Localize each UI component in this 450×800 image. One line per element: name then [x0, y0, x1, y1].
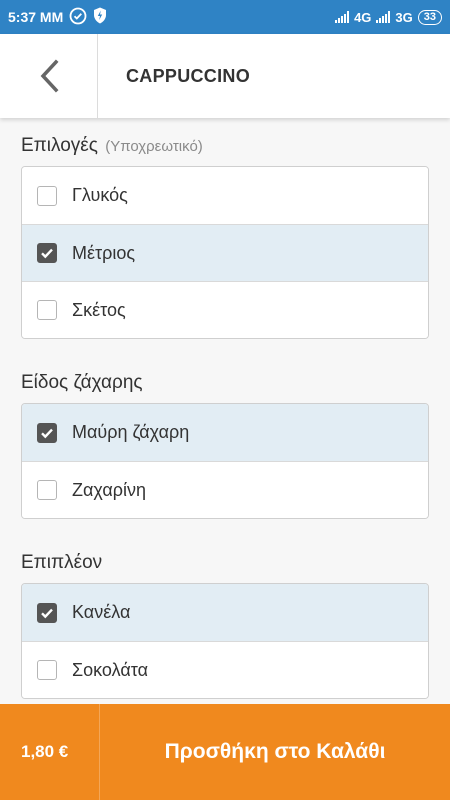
option-group: Μαύρη ζάχαρη Ζαχαρίνη [21, 403, 429, 519]
check-icon [41, 248, 53, 259]
network-4g: 4G [354, 9, 372, 25]
network-3g: 3G [395, 9, 413, 25]
check-icon [41, 608, 53, 618]
app-bar: CAPPUCCINO [0, 34, 450, 118]
check-icon [41, 428, 53, 438]
back-button[interactable] [0, 34, 98, 118]
shield-bolt-icon [93, 7, 107, 27]
signal-icon [335, 11, 350, 23]
section-title-text: Επιλογές [21, 135, 98, 156]
option-item[interactable]: Κανέλα [22, 584, 428, 641]
option-item[interactable]: Σοκολάτα [22, 641, 428, 698]
section-title: Είδος ζάχαρης [21, 372, 143, 393]
option-label: Κανέλα [72, 602, 131, 622]
option-label: Σοκολάτα [72, 659, 148, 680]
status-bar: 5:37 MM 4G 3G 33 [0, 0, 450, 34]
page-title: CAPPUCCINO [126, 65, 251, 86]
check-circle-icon [69, 7, 87, 28]
checkbox[interactable] [37, 422, 57, 443]
option-item[interactable]: Μαύρη ζάχαρη [22, 404, 428, 461]
checkbox[interactable] [37, 300, 57, 320]
signal-icon-2 [376, 11, 391, 23]
options-list[interactable]: Επιλογές (Υποχρεωτικό) Γλυκός Μέτριος Σκ… [0, 118, 450, 704]
option-label: Γλυκός [72, 185, 128, 205]
option-label: Σκέτος [72, 299, 126, 320]
option-group: Κανέλα Σοκολάτα [21, 583, 429, 699]
option-label: Μαύρη ζάχαρη [72, 422, 190, 442]
add-to-cart-button[interactable]: Προσθήκη στο Καλάθι [100, 740, 450, 764]
bottom-bar: 1,80 € Προσθήκη στο Καλάθι [0, 704, 450, 800]
section-options: Επιλογές (Υποχρεωτικό) Γλυκός Μέτριος Σκ… [21, 126, 429, 339]
battery-icon: 33 [417, 9, 442, 25]
chevron-left-icon [40, 59, 58, 93]
option-label: Ζαχαρίνη [72, 479, 147, 500]
checkbox[interactable] [37, 185, 57, 206]
checkbox[interactable] [37, 243, 57, 263]
checkbox[interactable] [37, 602, 57, 623]
option-item[interactable]: Σκέτος [22, 281, 428, 338]
status-time: 5:37 MM [8, 9, 64, 25]
section-title: Επιπλέον [21, 552, 103, 573]
option-group: Γλυκός Μέτριος Σκέτος [21, 166, 429, 339]
checkbox[interactable] [37, 660, 57, 680]
section-subtitle: (Υποχρεωτικό) [105, 138, 203, 155]
option-item[interactable]: Ζαχαρίνη [22, 461, 428, 518]
option-item[interactable]: Γλυκός [22, 167, 428, 224]
option-item[interactable]: Μέτριος [22, 224, 428, 281]
price-label: 1,80 € [0, 704, 100, 800]
section-extras: Επιπλέον Κανέλα Σοκολάτα [21, 543, 429, 699]
checkbox[interactable] [37, 480, 57, 500]
section-title: Επιλογές (Υποχρεωτικό) [21, 126, 429, 166]
option-label: Μέτριος [72, 242, 136, 263]
section-sugar-type: Είδος ζάχαρης Μαύρη ζάχαρη Ζαχαρίνη [21, 363, 429, 519]
